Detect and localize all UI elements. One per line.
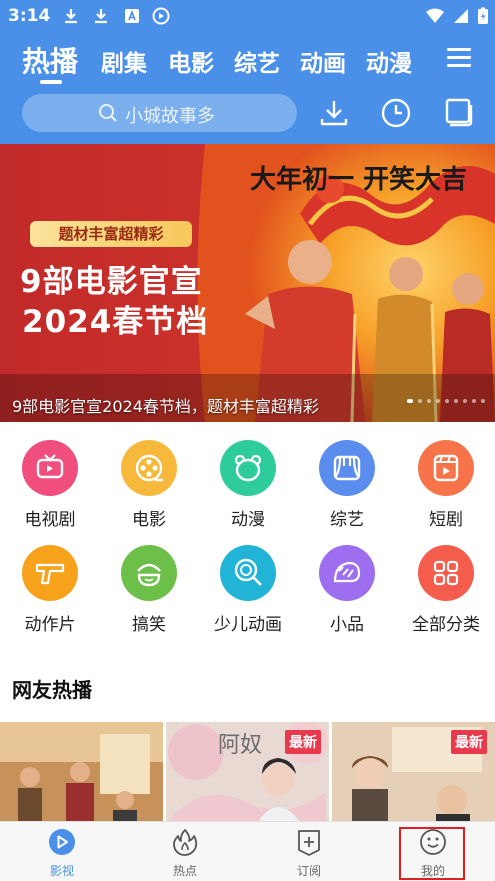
short-video-icon [433,454,459,482]
category-cartoon[interactable]: 动漫 [198,440,298,540]
category-movies[interactable]: 电影 [99,440,199,540]
download-icon [65,9,77,24]
history-clock-icon[interactable] [380,97,412,129]
banner-headline: 9部电影官宣 [20,264,203,300]
category-kids-animation[interactable]: 少儿动画 [198,545,298,645]
category-label: 小品 [330,615,364,635]
nav-label: 订阅 [296,864,321,878]
tab-anime[interactable]: 动漫 [366,44,412,78]
battery-charging-icon [478,7,488,24]
status-bar: 3:14 [0,0,495,34]
video-thumbnail[interactable]: 阿奴 最新 [166,722,329,822]
banner-caption: 9部电影官宣2024春节档，题材丰富超精彩 [12,397,319,416]
app-a-icon [125,9,139,23]
category-label: 电影 [132,510,166,530]
thumbnail-title-art: 阿奴 [218,733,262,758]
video-thumbnail[interactable] [0,722,163,822]
search-icon [99,104,117,122]
smile-face-icon [137,563,161,587]
app-page: 3:14 热播 剧集 电影 综艺 动画 动漫 小城故事多 大年初一 开笑大吉 题… [0,0,495,881]
gun-icon [35,563,65,585]
category-sketch[interactable]: 小品 [297,545,397,645]
bear-icon [234,454,262,482]
highlight-box [399,827,465,880]
hedgehog-icon [333,561,361,583]
category-label: 电视剧 [24,510,76,530]
category-variety[interactable]: 综艺 [297,440,397,540]
active-tab-indicator [40,80,62,84]
lollipop-icon [234,558,262,586]
video-thumbnail[interactable]: 最新 [332,722,495,822]
nav-subscriptions[interactable]: 订阅 [259,822,359,881]
menu-button[interactable] [447,47,473,69]
carousel-indicator [407,399,485,403]
fire-icon [173,829,198,856]
nav-videos[interactable]: 影视 [12,822,112,881]
signal-icon [454,9,468,23]
nav-label: 热点 [172,864,197,878]
tab-variety[interactable]: 综艺 [234,44,280,78]
tab-movies[interactable]: 电影 [168,44,214,78]
new-badge: 最新 [451,730,487,754]
status-time: 3:14 [8,6,51,26]
tab-series[interactable]: 剧集 [101,44,147,78]
wifi-icon [426,8,444,23]
nav-label: 影视 [49,864,74,878]
search-placeholder: 小城故事多 [125,106,215,127]
category-short-drama[interactable]: 短剧 [396,440,495,540]
new-badge: 最新 [285,730,321,754]
category-comedy[interactable]: 搞笑 [99,545,199,645]
category-label: 搞笑 [132,615,166,635]
thumbnail-image [0,722,163,822]
tv-icon [36,454,64,479]
section-title: 网友热播 [12,678,92,702]
grid-icon [433,560,459,586]
banner-poster-title: 大年初一 开笑大吉 [250,164,467,195]
banner-tag: 题材丰富超精彩 [30,221,192,247]
category-label: 少儿动画 [214,615,282,635]
play-icon [49,829,75,855]
nav-trending[interactable]: 热点 [135,822,235,881]
header: 3:14 热播 剧集 电影 综艺 动画 动漫 小城故事多 [0,0,495,144]
category-label: 动漫 [231,510,265,530]
tab-animation[interactable]: 动画 [300,44,346,78]
category-action[interactable]: 动作片 [0,545,100,645]
search-box[interactable]: 小城故事多 [22,94,297,132]
category-tabs: 热播 剧集 电影 综艺 动画 动漫 [0,38,495,82]
promo-banner[interactable]: 大年初一 开笑大吉 题材丰富超精彩 9部电影官宣 2024春节档 9部电影官宣2… [0,144,495,422]
category-label: 短剧 [429,510,463,530]
banner-headline: 2024春节档 [22,304,209,340]
category-label: 全部分类 [412,615,480,635]
app-play-icon [152,7,170,25]
download-icon[interactable] [318,97,350,129]
category-all[interactable]: 全部分类 [396,545,495,645]
category-tv-series[interactable]: 电视剧 [0,440,100,540]
screen-cast-icon[interactable] [442,97,474,129]
film-reel-icon [135,454,163,482]
subscribe-plus-icon [298,830,320,856]
stage-curtain-icon [333,455,361,481]
category-label: 动作片 [24,615,76,635]
tab-hot[interactable]: 热播 [22,40,78,80]
download-icon [95,9,107,24]
status-indicators [425,7,489,25]
category-label: 综艺 [330,510,364,530]
